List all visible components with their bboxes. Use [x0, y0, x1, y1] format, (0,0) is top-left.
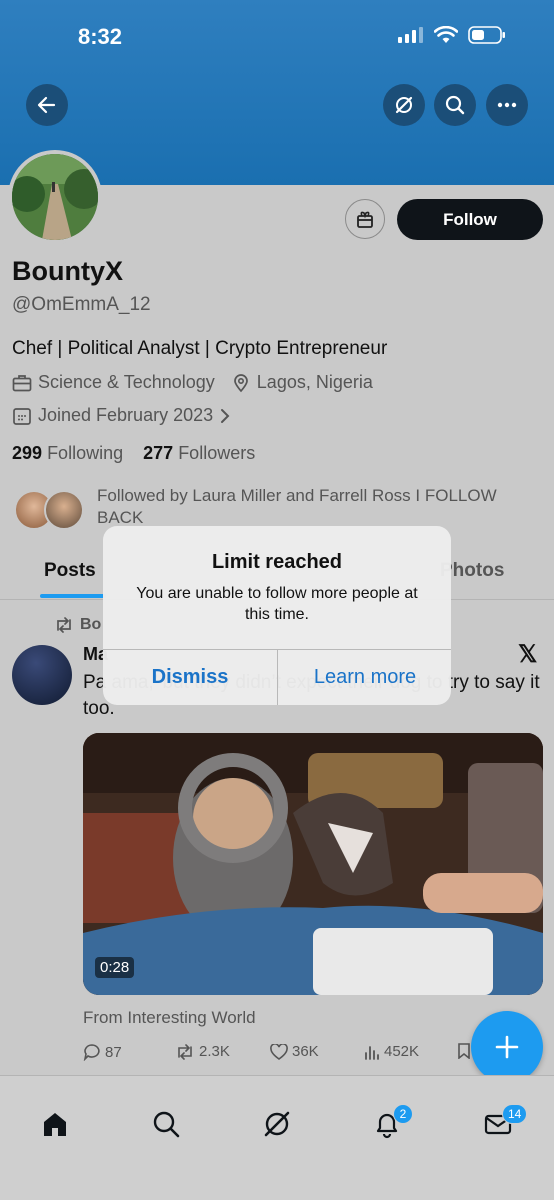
status-time: 8:32	[78, 24, 123, 49]
bookmark-action[interactable]	[457, 1043, 471, 1059]
home-icon	[44, 1113, 66, 1136]
views-chart-icon	[365, 1045, 379, 1060]
heart-icon	[270, 1043, 288, 1060]
nav-grok[interactable]	[260, 1107, 294, 1141]
followers-link[interactable]: 277 Followers	[143, 443, 255, 463]
arrow-left-icon	[37, 96, 56, 114]
active-tab-indicator	[40, 594, 106, 598]
like-action[interactable]: 36K	[270, 1043, 319, 1060]
profile-joined: Joined February 2023	[38, 405, 214, 425]
followers-count: 277	[143, 443, 174, 463]
reply-action[interactable]: 87	[83, 1043, 122, 1061]
x-logo-icon: 𝕏	[518, 641, 538, 668]
reply-icon	[83, 1044, 100, 1061]
status-icons	[398, 26, 506, 44]
profile-location: Lagos, Nigeria	[256, 372, 373, 392]
dismiss-button[interactable]: Dismiss	[103, 650, 277, 705]
post-video[interactable]	[83, 733, 543, 995]
search-icon	[445, 95, 465, 115]
post-source[interactable]: From Interesting World	[83, 1008, 256, 1028]
profile-joined-row[interactable]: Joined February 2023	[12, 405, 231, 426]
gift-button[interactable]	[345, 199, 385, 239]
follow-button[interactable]: Follow	[397, 199, 543, 240]
views-action[interactable]: 452K	[364, 1043, 419, 1060]
gift-icon	[357, 211, 373, 228]
profile-bio: Chef | Political Analyst | Crypto Entrep…	[12, 338, 388, 359]
like-count: 36K	[292, 1043, 319, 1060]
reply-count: 87	[105, 1043, 122, 1061]
plus-icon	[495, 1035, 519, 1059]
calendar-icon	[13, 407, 31, 425]
compose-post-button[interactable]	[471, 1011, 543, 1083]
nav-home[interactable]	[38, 1107, 72, 1141]
following-label: Following	[47, 443, 124, 463]
repost-icon	[57, 617, 71, 633]
profile-stats: 299 Following 277 Followers	[12, 443, 255, 464]
following-count: 299	[12, 443, 43, 463]
notifications-badge: 2	[393, 1104, 413, 1124]
video-duration: 0:28	[95, 957, 135, 978]
repost-icon	[178, 1043, 192, 1060]
search-button[interactable]	[434, 84, 476, 126]
limit-reached-alert: Limit reached You are unable to follow m…	[103, 526, 451, 705]
briefcase-icon	[12, 374, 32, 391]
repost-label: Bo	[80, 616, 102, 633]
location-pin-icon	[233, 373, 248, 392]
profile-name: BountyX	[12, 256, 123, 286]
views-count: 452K	[384, 1043, 420, 1060]
profile-avatar[interactable]	[8, 150, 102, 244]
learn-more-button[interactable]: Learn more	[278, 650, 451, 705]
profile-category[interactable]: Science & Technology	[38, 372, 215, 393]
battery-icon	[468, 26, 505, 44]
chevron-right-icon	[221, 408, 230, 423]
more-options-button[interactable]	[486, 84, 528, 126]
messages-badge: 14	[502, 1104, 528, 1124]
nav-search[interactable]	[149, 1107, 183, 1141]
grok-button[interactable]	[383, 84, 425, 126]
grok-icon	[395, 96, 413, 114]
search-icon	[153, 1111, 180, 1138]
profile-handle: @OmEmmA_12	[12, 294, 151, 315]
more-horizontal-icon	[497, 102, 517, 108]
followers-label: Followers	[178, 443, 256, 463]
profile-meta-row: Science & Technology Lagos, Nigeria	[12, 372, 373, 393]
video-thumbnail	[83, 733, 543, 995]
following-link[interactable]: 299 Following	[12, 443, 123, 463]
alert-message: You are unable to follow more people at …	[136, 585, 418, 623]
avatar-image	[12, 154, 98, 240]
back-button[interactable]	[26, 84, 68, 126]
repost-action[interactable]: 2.3K	[175, 1043, 230, 1060]
post-author-avatar[interactable]	[12, 645, 72, 705]
grok-icon	[264, 1111, 290, 1137]
bookmark-icon	[458, 1043, 470, 1059]
wifi-icon	[434, 26, 458, 43]
followed-by-text[interactable]: Followed by Laura Miller and Farrell Ros…	[97, 485, 537, 529]
tab-posts[interactable]: Posts	[44, 560, 96, 582]
cellular-signal-icon	[398, 27, 423, 43]
repost-indicator: Bo	[54, 616, 101, 634]
alert-title: Limit reached	[211, 551, 343, 573]
follower-avatar[interactable]	[44, 490, 84, 530]
repost-count: 2.3K	[199, 1043, 230, 1060]
